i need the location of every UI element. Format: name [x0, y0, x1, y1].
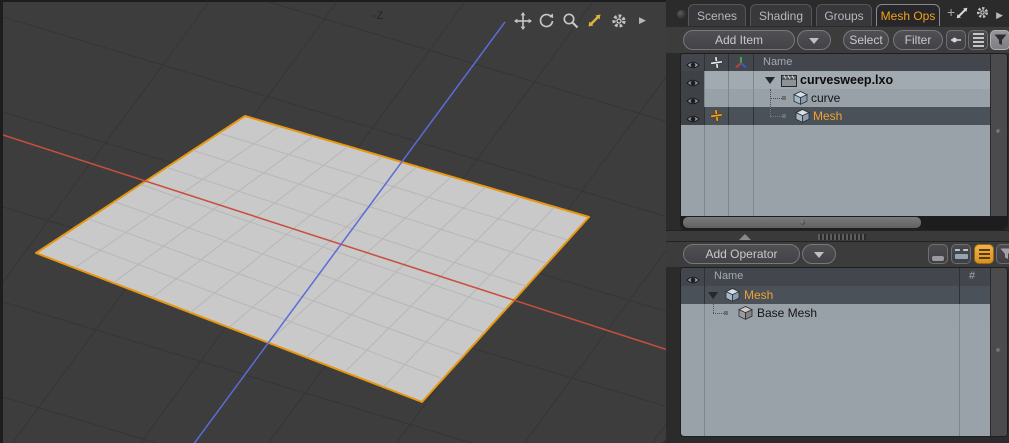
maximize-viewport-icon[interactable] — [585, 11, 604, 30]
item-label[interactable]: curve — [811, 91, 840, 105]
mesh-ops-list[interactable]: Name # Mesh B — [680, 267, 1008, 437]
right-panel: Scenes Shading Groups Mesh Ops + ▶ Add I… — [666, 0, 1009, 443]
item-label[interactable]: Mesh — [813, 109, 842, 123]
collapse-up-icon[interactable] — [739, 234, 751, 240]
rotate-icon[interactable] — [537, 11, 556, 30]
panel-settings-gear-icon[interactable] — [975, 5, 990, 25]
mesh-ops-list-header: Name # — [681, 268, 1007, 286]
list-view-icon[interactable] — [968, 30, 988, 50]
add-item-dropdown-arrow[interactable] — [797, 30, 831, 50]
collapse-triangle-icon[interactable] — [708, 292, 718, 304]
panel-tab-bar: Scenes Shading Groups Mesh Ops + ▶ — [666, 0, 1009, 27]
viewport-scene[interactable] — [3, 2, 666, 443]
3d-viewport[interactable]: -Z ▶ — [0, 0, 666, 443]
mesh-op-label[interactable]: Mesh — [744, 288, 773, 302]
tab-scenes[interactable]: Scenes — [688, 4, 746, 26]
modo-window: -Z ▶ Scenes Shading Gro — [0, 0, 1009, 443]
add-operator-button[interactable]: Add Operator — [683, 244, 800, 264]
item-list-horizontal-scrollbar[interactable] — [681, 216, 1007, 229]
panel-options-icon[interactable] — [677, 10, 686, 19]
item-row-curve[interactable]: curve — [681, 89, 1007, 107]
list-view-active-icon[interactable] — [974, 244, 994, 264]
selected-mesh-plane — [36, 116, 589, 402]
item-list-header: Name — [681, 54, 1007, 71]
item-row-mesh-selected[interactable]: Mesh — [681, 107, 1007, 125]
panel-expand-icon[interactable]: ▶ — [996, 11, 1003, 20]
pop-out-panel-icon[interactable] — [955, 6, 969, 25]
mesh-op-row-mesh-selected[interactable]: Mesh — [681, 286, 1007, 304]
splitter-grip[interactable] — [818, 234, 866, 240]
tab-groups[interactable]: Groups — [816, 4, 872, 26]
collapsed-view-icon[interactable] — [928, 244, 948, 264]
tab-mesh-ops[interactable]: Mesh Ops — [876, 4, 940, 26]
mesh-ops-vertical-scrollbar[interactable] — [990, 268, 1007, 436]
viewport-axis-label: -Z — [358, 10, 398, 22]
item-row-curvesweep[interactable]: curvesweep.lxo — [681, 71, 1007, 89]
scrollbar-thumb[interactable] — [683, 217, 921, 228]
add-operator-dropdown-arrow[interactable] — [802, 244, 836, 264]
viewport-menu-expand-icon[interactable]: ▶ — [633, 11, 652, 30]
add-tab-button[interactable]: + — [947, 4, 955, 20]
name-column-header[interactable]: Name — [714, 270, 743, 282]
add-item-button[interactable]: Add Item — [683, 30, 795, 50]
gray-cube-icon — [738, 306, 753, 325]
name-column-header[interactable]: Name — [763, 56, 792, 68]
mesh-op-row-base-mesh[interactable]: Base Mesh — [681, 304, 1007, 322]
zoom-magnifier-icon[interactable] — [561, 11, 580, 30]
item-list[interactable]: Name curvesweep.lxo — [680, 53, 1008, 230]
filter-button[interactable]: Filter — [893, 30, 943, 50]
filter-funnel-icon[interactable] — [990, 30, 1009, 50]
filter-funnel-icon[interactable] — [996, 244, 1009, 264]
mesh-cube-icon — [795, 109, 810, 128]
item-label[interactable]: curvesweep.lxo — [800, 73, 893, 87]
count-column-header[interactable]: # — [969, 270, 975, 282]
eye-visibility-icon[interactable] — [686, 111, 700, 129]
panel-splitter[interactable] — [666, 230, 1009, 242]
tab-bar-icons: ▶ — [955, 5, 1003, 25]
frame-view-icon[interactable] — [951, 244, 971, 264]
item-list-vertical-scrollbar[interactable] — [990, 54, 1007, 216]
mesh-ops-toolbar: Add Operator — [666, 242, 1009, 267]
slider-options-icon[interactable] — [946, 30, 966, 50]
select-button[interactable]: Select — [843, 30, 889, 50]
mesh-op-label[interactable]: Base Mesh — [757, 306, 817, 320]
active-item-cross-icon[interactable] — [710, 109, 723, 127]
tab-shading[interactable]: Shading — [750, 4, 812, 26]
collapse-triangle-icon[interactable] — [765, 77, 775, 89]
viewport-toolbar: ▶ — [513, 11, 652, 30]
items-toolbar: Add Item Select Filter — [666, 27, 1009, 53]
viewport-settings-gear-icon[interactable] — [609, 11, 628, 30]
pan-move-icon[interactable] — [513, 11, 532, 30]
